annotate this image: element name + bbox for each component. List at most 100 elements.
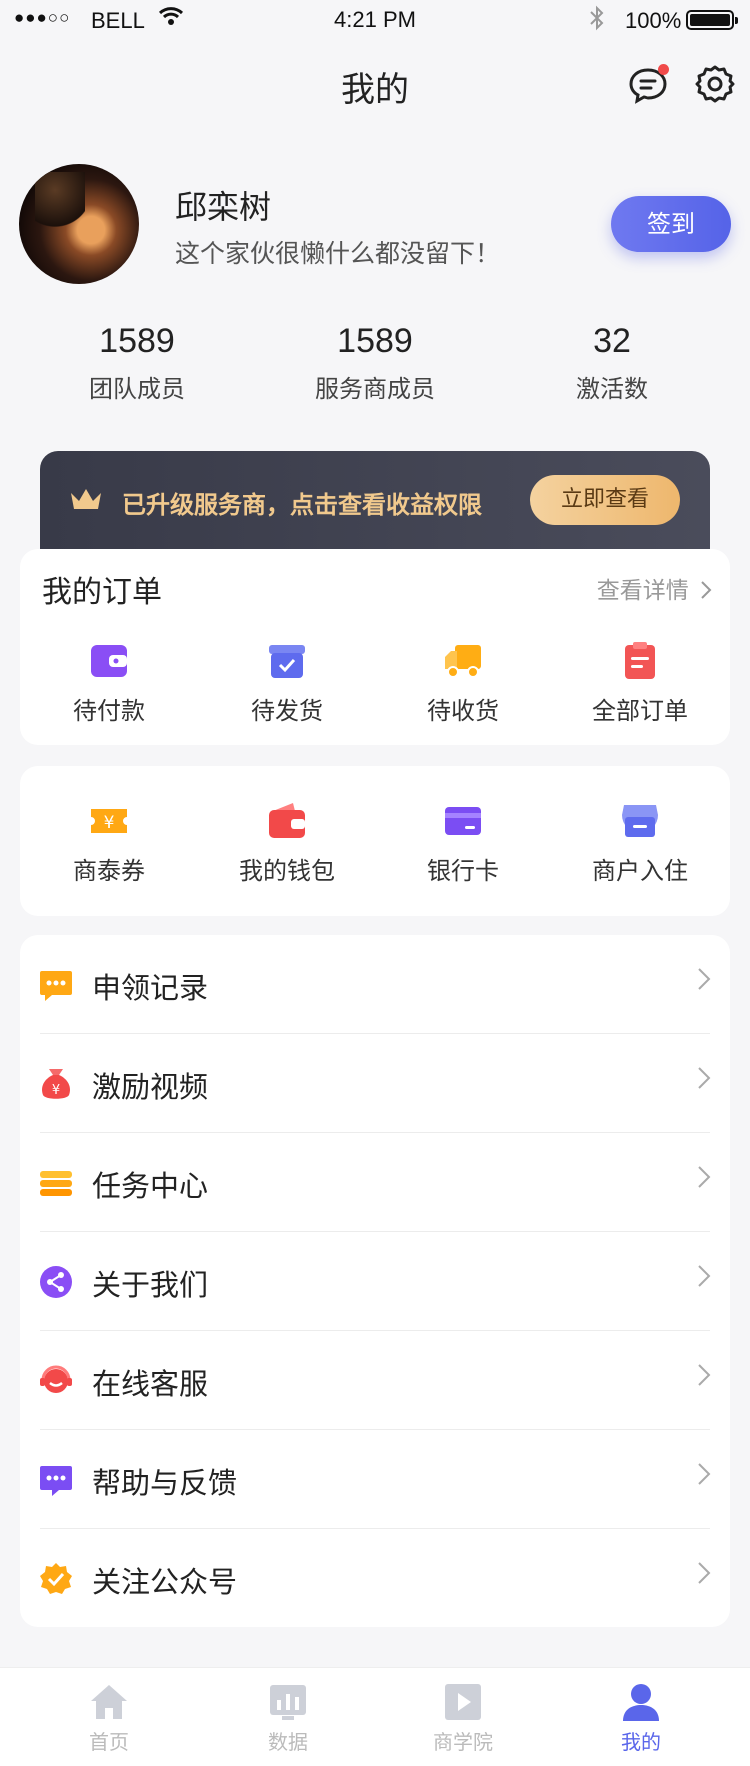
wallet-bank-card[interactable]: 银行卡 [383,801,543,886]
view-now-button[interactable]: 立即查看 [530,475,680,525]
menu-item-help-feedback[interactable]: 帮助与反馈 [20,1430,730,1529]
wallet-merchant-join[interactable]: 商户入住 [560,801,720,886]
username: 邱栾树 [175,188,272,226]
chevron-right-icon [696,1064,712,1092]
chevron-right-icon [696,1163,712,1191]
stat-team-members[interactable]: 1589 团队成员 [17,322,257,404]
vip-banner-text: 已升级服务商，点击查看收益权限 [122,491,482,519]
order-pending-shipment[interactable]: 待发货 [207,641,367,726]
tab-data[interactable]: 数据 [228,1682,348,1755]
menu-label: 帮助与反馈 [92,1466,238,1500]
message-icon [38,1462,74,1498]
wallet-my-wallet[interactable]: 我的钱包 [207,801,367,886]
svg-text:¥: ¥ [52,1083,60,1098]
stats-row: 1589 团队成员 1589 服务商成员 32 激活数 [0,322,750,412]
tab-label: 数据 [268,1730,308,1754]
menu-item-task-center[interactable]: 任务中心 [20,1133,730,1232]
order-label: 全部订单 [592,697,688,725]
stat-value: 32 [593,322,631,360]
orders-title: 我的订单 [42,575,162,610]
verified-badge-icon [38,1561,74,1597]
gear-icon[interactable] [695,64,735,104]
wallet-label: 商户入住 [592,857,688,885]
order-label: 待付款 [73,697,145,725]
order-pending-payment[interactable]: 待付款 [29,641,189,726]
chevron-right-icon [696,1262,712,1290]
view-details-label: 查看详情 [596,578,689,604]
tab-label: 首页 [89,1730,129,1754]
order-all[interactable]: 全部订单 [560,641,720,726]
wallet-coupons[interactable]: ¥ 商泰券 [29,801,189,886]
menu-label: 关于我们 [92,1268,209,1302]
menu-item-online-service[interactable]: 在线客服 [20,1331,730,1430]
chevron-right-icon [696,578,712,604]
order-pending-receipt[interactable]: 待收货 [383,641,543,726]
stat-value: 1589 [337,322,413,360]
menu-item-follow-official-account[interactable]: 关注公众号 [20,1529,730,1628]
menu-label: 任务中心 [92,1169,209,1203]
stat-label: 服务商成员 [315,375,435,403]
stat-activations[interactable]: 32 激活数 [492,322,732,404]
coupon-icon: ¥ [89,801,129,841]
tab-label: 商学院 [433,1730,493,1754]
money-bag-icon: ¥ [38,1066,74,1102]
bank-card-icon [443,801,483,841]
stack-icon [38,1165,74,1201]
bar-chart-icon [268,1682,308,1722]
unread-dot [658,64,669,75]
tab-home[interactable]: 首页 [49,1682,169,1755]
wallet-label: 银行卡 [427,857,499,885]
store-icon [620,801,660,841]
order-label: 待发货 [251,697,323,725]
chat-dots-icon [38,967,74,1003]
wallet-label: 商泰券 [73,857,145,885]
chevron-right-icon [696,1361,712,1389]
stat-label: 激活数 [576,375,648,403]
battery-percentage: 100% [625,8,682,33]
menu-label: 申领记录 [92,971,209,1005]
bluetooth-icon [588,4,606,38]
menu-item-claim-records[interactable]: 申领记录 [20,935,730,1034]
order-label: 待收货 [427,697,499,725]
orders-card: 我的订单 查看详情 待付款 待发货 待收货 全部订单 [20,549,730,745]
menu-item-incentive-video[interactable]: ¥ 激励视频 [20,1034,730,1133]
purse-icon [267,801,307,841]
svg-text:¥: ¥ [104,813,115,833]
menu-label: 在线客服 [92,1367,209,1401]
avatar[interactable] [19,164,139,284]
tab-bar: 首页 数据 商学院 我的 [0,1667,750,1766]
orders-grid: 待付款 待发货 待收货 全部订单 [20,641,730,741]
wallet-icon [89,641,129,681]
tab-mine[interactable]: 我的 [581,1682,701,1755]
view-details-link[interactable]: 查看详情 [597,571,712,605]
wallet-grid: ¥ 商泰券 我的钱包 银行卡 商户入住 [20,801,730,901]
menu-item-about-us[interactable]: 关于我们 [20,1232,730,1331]
play-icon [443,1682,483,1722]
clipboard-icon [620,641,660,681]
menu-label: 关注公众号 [92,1565,238,1599]
stat-label: 团队成员 [89,375,185,403]
crown-icon [68,485,104,515]
tab-label: 我的 [621,1730,661,1754]
status-bar: ●●●○○ BELL 4:21 PM 100% [0,0,750,40]
chevron-right-icon [696,1559,712,1587]
share-icon [38,1264,74,1300]
menu-card: 申领记录 ¥ 激励视频 任务中心 关于我们 在线客服 帮助与反馈 关注公众号 [20,935,730,1627]
user-bio: 这个家伙很懒什么都没留下！ [175,239,501,268]
user-icon [621,1682,661,1722]
stat-provider-members[interactable]: 1589 服务商成员 [255,322,495,404]
message-notification-icon[interactable] [627,64,669,106]
box-check-icon [267,641,307,681]
menu-label: 激励视频 [92,1070,209,1104]
signin-button[interactable]: 签到 [611,196,731,252]
chevron-right-icon [696,965,712,993]
tab-business-school[interactable]: 商学院 [403,1682,523,1755]
wallet-label: 我的钱包 [239,857,335,885]
home-icon [89,1682,129,1722]
wallet-card: ¥ 商泰券 我的钱包 银行卡 商户入住 [20,766,730,916]
stat-value: 1589 [99,322,175,360]
truck-icon [443,641,483,681]
headset-icon [38,1363,74,1399]
battery-icon [686,10,738,30]
chevron-right-icon [696,1460,712,1488]
